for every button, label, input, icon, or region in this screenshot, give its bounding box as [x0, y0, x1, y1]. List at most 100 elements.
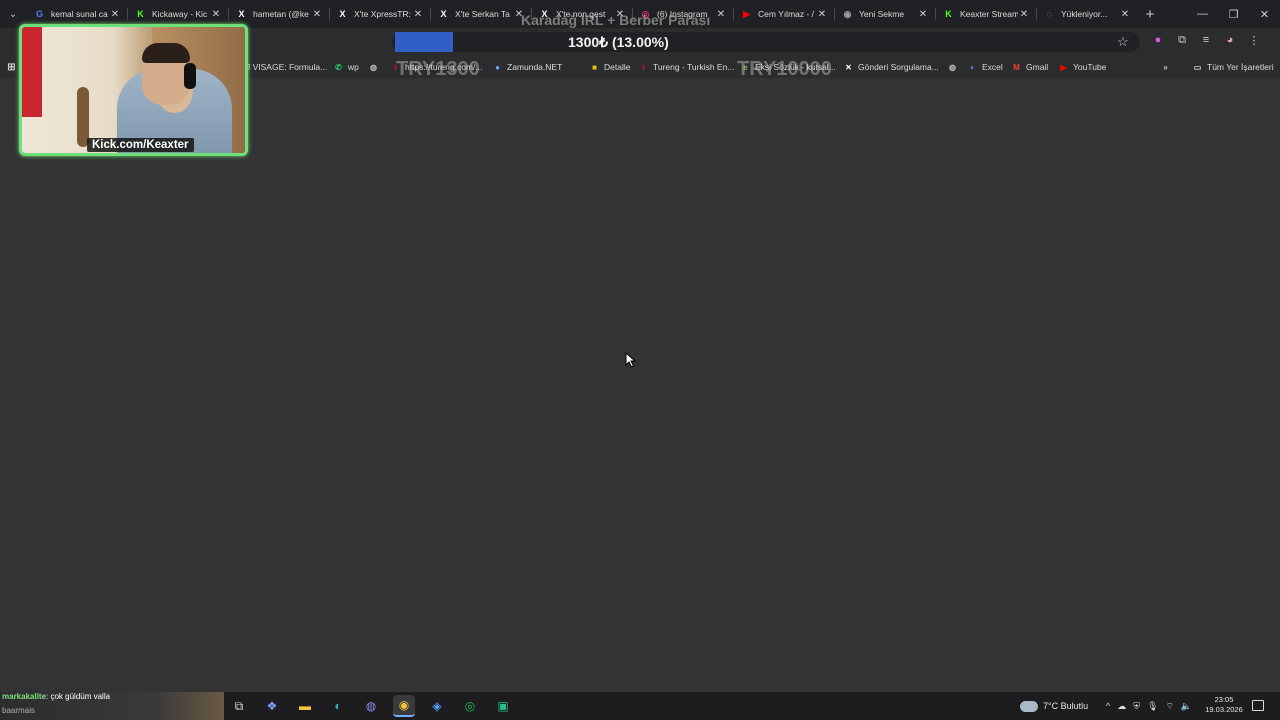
youtube-icon: ▶: [743, 8, 750, 19]
file-explorer-icon[interactable]: ▬: [294, 695, 316, 717]
wifi-icon[interactable]: ⌔: [1165, 701, 1173, 712]
cam-label: Kick.com/Keaxter: [87, 138, 194, 152]
bookmark-label: Gmail: [1026, 62, 1049, 72]
webcam-overlay: Kick.com/Keaxter: [19, 24, 248, 156]
spotify-icon[interactable]: ◎: [459, 695, 481, 717]
chat-line: markakalite: çok güldüm valla: [2, 692, 110, 701]
weather-widget[interactable]: 7°C Bulutlu: [1020, 692, 1088, 720]
tab-title: Yükleniyor...: [1061, 9, 1108, 19]
close-window-icon[interactable]: ✕: [1249, 0, 1280, 28]
bookmark-label: YouTube: [1073, 62, 1107, 72]
bookmark-star-icon[interactable]: ☆: [1117, 34, 1129, 50]
google-icon: G: [35, 9, 43, 19]
notification-icon[interactable]: [1252, 700, 1264, 711]
close-tab-icon[interactable]: ✕: [109, 9, 121, 20]
volume-icon[interactable]: 🔈: [1181, 701, 1192, 712]
task-view-icon[interactable]: ⧉: [228, 695, 250, 717]
kick-icon: K: [945, 9, 952, 19]
loading-icon: ◌: [1046, 9, 1053, 19]
close-tab-icon[interactable]: ✕: [1119, 9, 1131, 20]
close-tab-icon[interactable]: ✕: [715, 9, 727, 20]
globe-icon: ◍: [949, 62, 956, 72]
restore-icon[interactable]: ❐: [1218, 0, 1249, 28]
copilot-icon[interactable]: ❖: [261, 695, 283, 717]
media-controls-icon[interactable]: ≡: [1198, 32, 1214, 48]
zamunda-icon: ●: [495, 62, 500, 72]
bookmark-item[interactable]: J VISAGE: Formula...: [246, 60, 327, 74]
profile-avatar[interactable]: ◕: [1222, 32, 1238, 48]
bookmark-item[interactable]: ✆ wp: [333, 60, 359, 74]
extension-icon[interactable]: ●: [1150, 32, 1166, 48]
bookmark-item[interactable]: ■ Detalle: [589, 60, 630, 74]
all-bookmarks-label: Tüm Yer İşaretleri: [1207, 62, 1274, 72]
tab[interactable]: X X'te XpressTR: ✕: [329, 0, 430, 28]
tab-title: Cem Yılmaz - /: [758, 9, 815, 19]
bookmark-item[interactable]: ▶ YouTube: [1058, 60, 1106, 74]
bookmark-item[interactable]: ◐ Excel: [967, 60, 1003, 74]
bookmark-label: wp: [348, 62, 359, 72]
detalle-icon: ■: [592, 62, 597, 72]
folder-icon: ▭: [1193, 62, 1202, 72]
microphone-icon[interactable]: 🎙: [1147, 701, 1158, 712]
chrome-icon[interactable]: ◉: [393, 695, 415, 717]
clock-time: 23:05: [1214, 695, 1234, 704]
tab-title: Yeni Sekme: [859, 9, 905, 19]
bookmark-item[interactable]: ● Zamunda.NET: [492, 60, 562, 74]
close-tab-icon[interactable]: ✕: [412, 9, 424, 20]
close-tab-icon[interactable]: ✕: [210, 9, 222, 20]
bookmark-item[interactable]: M Gmail: [1011, 60, 1048, 74]
taskbar-apps: ⧉ ❖ ▬ ◐ ◍ ◉ ◈ ◎ ▣: [228, 695, 514, 717]
mouse-cursor-icon: [625, 352, 637, 368]
tab-title: hametan (@ke: [253, 9, 309, 19]
menu-icon[interactable]: ⋮: [1246, 32, 1262, 48]
tray-chevron-icon[interactable]: ^: [1106, 701, 1110, 711]
bookmark-item[interactable]: t Tureng - Turkish En...: [638, 60, 734, 74]
network-app-icon[interactable]: ☁: [1117, 701, 1126, 712]
goal-max-overlay: TRY10000: [737, 58, 832, 80]
close-tab-icon[interactable]: ✕: [1018, 9, 1030, 20]
x-icon: X: [238, 9, 245, 19]
edge-icon[interactable]: ◐: [327, 695, 349, 717]
tab[interactable]: ◉ Yeni Sekme ✕: [834, 0, 935, 28]
address-bar[interactable]: [392, 32, 1140, 52]
app-green-icon[interactable]: ▣: [492, 695, 514, 717]
goal-progress-bar: [395, 32, 453, 52]
tab[interactable]: K Keaxter Stream ✕: [935, 0, 1036, 28]
close-tab-icon[interactable]: ✕: [816, 9, 828, 20]
bookmark-item[interactable]: ◍: [368, 60, 383, 74]
goal-min-overlay: TRY1300: [396, 58, 480, 80]
tab-title: X'te XpressTR:: [354, 9, 411, 19]
tab[interactable]: X X'te Serkan Ta ✕: [430, 0, 531, 28]
tab[interactable]: ◌ Yükleniyor... ✕: [1036, 0, 1137, 28]
extensions-puzzle-icon[interactable]: ⧉: [1174, 32, 1190, 48]
close-tab-icon[interactable]: ✕: [311, 9, 323, 20]
minimize-icon[interactable]: —: [1187, 0, 1218, 28]
bookmark-label: Zamunda.NET: [507, 62, 563, 72]
kick-icon: K: [137, 9, 144, 19]
bookmark-label: Excel: [982, 62, 1003, 72]
clock[interactable]: 23:05 19.03.2026: [1202, 695, 1246, 715]
globe-icon: ◍: [370, 62, 377, 72]
tab-title: Kickaway - Kic: [152, 9, 208, 19]
ptt-icon: ✕: [845, 62, 852, 72]
bookmark-item[interactable]: ✕ Gönderi Sorgulama...: [843, 60, 939, 74]
bookmark-label: J VISAGE: Formula...: [246, 62, 328, 72]
x-icon: X: [440, 9, 447, 19]
tab[interactable]: ▶ Cem Yılmaz - / ✕: [733, 0, 834, 28]
all-bookmarks-folder[interactable]: ▭ Tüm Yer İşaretleri: [1192, 60, 1274, 74]
bookmark-label: Tureng - Turkish En...: [653, 62, 735, 72]
discord-icon[interactable]: ◍: [360, 695, 382, 717]
bookmark-label: Gönderi Sorgulama...: [858, 62, 939, 72]
tureng-icon: t: [642, 62, 645, 72]
shield-icon[interactable]: ⛨: [1133, 701, 1140, 712]
whatsapp-icon: ✆: [335, 62, 342, 72]
headset: [184, 63, 196, 89]
cloud-icon: [1020, 700, 1038, 712]
bookmark-item[interactable]: ◍: [947, 60, 962, 74]
chat-line-2: baarmais: [2, 706, 35, 715]
new-tab-button[interactable]: +: [1137, 0, 1163, 28]
more-bookmarks-icon[interactable]: »: [1160, 60, 1175, 74]
app-icon[interactable]: ◈: [426, 695, 448, 717]
system-tray: ^ ☁ ⛨ 🎙 ⌔ 🔈: [1106, 692, 1192, 720]
close-tab-icon[interactable]: ✕: [917, 9, 929, 20]
